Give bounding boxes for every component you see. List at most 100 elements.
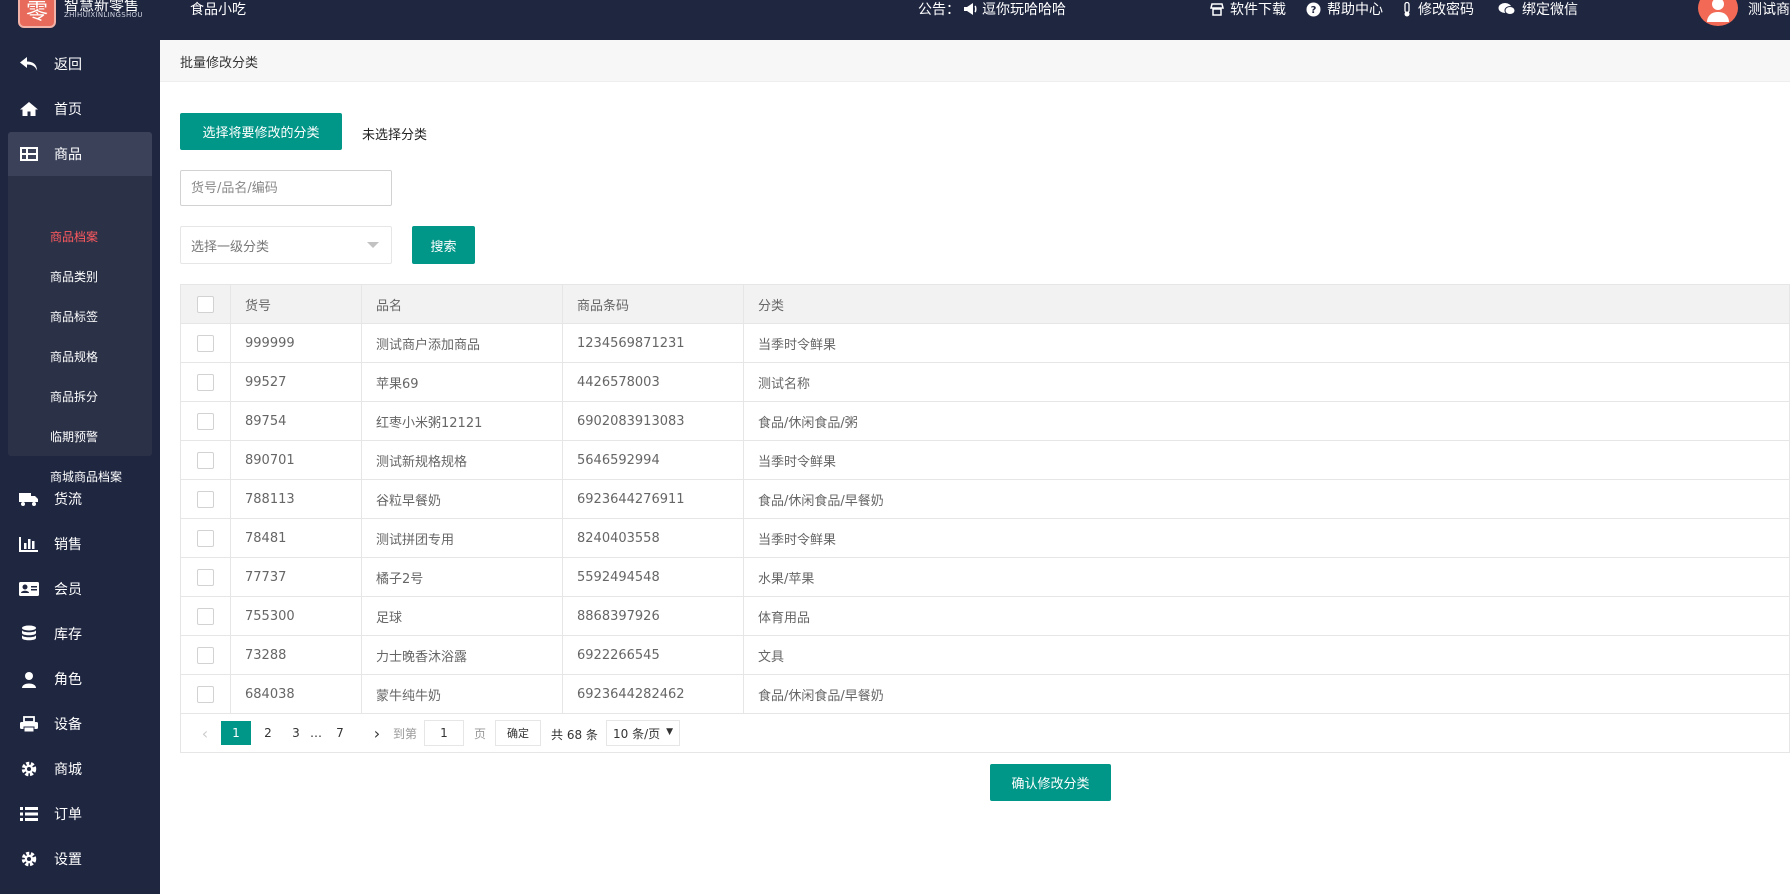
submenu-goods-archive[interactable]: 商品档案 — [50, 228, 98, 245]
page-size-select[interactable]: 10 条/页 ▼ — [606, 720, 680, 746]
bind-wechat-link[interactable]: 绑定微信 — [1498, 0, 1578, 19]
help-center-label: 帮助中心 — [1327, 2, 1383, 18]
cell-name: 足球 — [361, 596, 563, 636]
table-row[interactable]: 73288 力士晚香沐浴露 6922266545 文具 — [180, 635, 1790, 675]
sidebar-item-back[interactable]: 返回 — [8, 42, 152, 86]
sidebar-item-label: 库存 — [54, 627, 82, 643]
table-row[interactable]: 89754 红枣小米粥12121 6902083913083 食品/休闲食品/粥 — [180, 401, 1790, 441]
cell-barcode: 8868397926 — [562, 596, 744, 636]
confirm-change-category-button[interactable]: 确认修改分类 — [990, 764, 1111, 801]
row-checkbox[interactable] — [197, 412, 214, 430]
sidebar-item-device[interactable]: 设备 — [8, 702, 152, 746]
row-checkbox[interactable] — [197, 490, 214, 508]
sidebar-item-label: 设备 — [54, 717, 82, 733]
top-bar: 零 智慧新零售 ZHIHUIXINLINGSHOU 食品小吃 公告： 逗你玩哈哈… — [0, 0, 1790, 40]
search-input[interactable] — [180, 170, 392, 206]
software-download-link[interactable]: 软件下载 — [1210, 0, 1286, 19]
tab-choose-category[interactable]: 选择将要修改的分类 — [180, 113, 342, 150]
sidebar-item-home[interactable]: 首页 — [8, 87, 152, 131]
sidebar-item-order[interactable]: 订单 — [8, 792, 152, 836]
table-row[interactable]: 99527 苹果69 4426578003 测试名称 — [180, 362, 1790, 402]
sidebar-item-sales[interactable]: 销售 — [8, 522, 152, 566]
search-button[interactable]: 搜索 — [412, 226, 475, 264]
goto-label: 到第 — [392, 726, 417, 741]
table-row[interactable]: 684038 蒙牛纯牛奶 6923644282462 食品/休闲食品/早餐奶 — [180, 674, 1790, 714]
cell-sn: 89754 — [230, 401, 362, 441]
cell-category: 水果/苹果 — [743, 557, 1790, 597]
row-checkbox[interactable] — [197, 646, 214, 664]
row-checkbox[interactable] — [197, 568, 214, 586]
help-center-link[interactable]: ? 帮助中心 — [1306, 0, 1383, 19]
user-name[interactable]: 测试商户 — [1748, 0, 1790, 19]
sidebar-item-inventory[interactable]: 库存 — [8, 612, 152, 656]
submenu-goods-split[interactable]: 商品拆分 — [50, 388, 98, 405]
truck-icon — [18, 491, 40, 507]
submenu-expiry-warning[interactable]: 临期预警 — [50, 428, 98, 445]
page-button-3[interactable]: 3 — [285, 721, 307, 745]
sidebar-item-label: 销售 — [54, 537, 82, 553]
cell-barcode: 1234569871231 — [562, 323, 744, 363]
table-row[interactable]: 999999 测试商户添加商品 1234569871231 当季时令鲜果 — [180, 323, 1790, 363]
notice-label: 公告： — [918, 2, 960, 18]
submenu-goods-category[interactable]: 商品类别 — [50, 268, 98, 285]
page-button-current[interactable]: 1 — [221, 721, 251, 745]
select-all-checkbox[interactable] — [197, 295, 214, 313]
table-row[interactable]: 755300 足球 8868397926 体育用品 — [180, 596, 1790, 636]
page-button-last[interactable]: 7 — [329, 721, 351, 745]
page-unit-label: 页 — [473, 726, 486, 741]
shop-name[interactable]: 食品小吃 — [190, 0, 246, 19]
row-checkbox[interactable] — [197, 451, 214, 469]
sidebar-item-goods[interactable]: 商品 — [8, 132, 152, 176]
caret-down-icon — [367, 242, 379, 248]
change-password-link[interactable]: 修改密码 — [1402, 0, 1474, 19]
prev-page-button[interactable]: ‹ — [195, 721, 215, 745]
row-checkbox[interactable] — [197, 685, 214, 703]
cell-barcode: 4426578003 — [562, 362, 744, 402]
column-header-category[interactable]: 分类 — [743, 284, 1790, 324]
cell-category: 食品/休闲食品/粥 — [743, 401, 1790, 441]
row-checkbox[interactable] — [197, 607, 214, 625]
column-header-name[interactable]: 品名 — [361, 284, 563, 324]
svg-text:?: ? — [1311, 5, 1317, 16]
table-row[interactable]: 890701 测试新规格规格 5646592994 当季时令鲜果 — [180, 440, 1790, 480]
cell-sn: 999999 — [230, 323, 362, 363]
cell-barcode: 6922266545 — [562, 635, 744, 675]
row-checkbox[interactable] — [197, 334, 214, 352]
cell-name: 橘子2号 — [361, 557, 563, 597]
user-icon — [18, 671, 40, 688]
gear-icon — [18, 850, 40, 868]
row-checkbox-cell — [180, 674, 231, 714]
sidebar-item-label: 订单 — [54, 807, 82, 823]
sidebar-item-label: 首页 — [54, 102, 82, 118]
goto-page-input[interactable] — [424, 720, 464, 746]
sidebar-item-role[interactable]: 角色 — [8, 657, 152, 701]
megaphone-icon — [964, 3, 977, 15]
table-row[interactable]: 788113 谷粒早餐奶 6923644276911 食品/休闲食品/早餐奶 — [180, 479, 1790, 519]
bind-wechat-label: 绑定微信 — [1522, 2, 1578, 18]
next-page-button[interactable]: › — [367, 721, 387, 745]
category-select[interactable]: 选择一级分类 — [180, 226, 392, 264]
table-icon — [18, 147, 40, 161]
sidebar-item-settings[interactable]: 设置 — [8, 837, 152, 881]
submenu-goods-tag[interactable]: 商品标签 — [50, 308, 98, 325]
sidebar-item-member[interactable]: 会员 — [8, 567, 152, 611]
cell-name: 力士晚香沐浴露 — [361, 635, 563, 675]
goto-confirm-button[interactable]: 确定 — [495, 720, 541, 746]
page-button-2[interactable]: 2 — [257, 721, 279, 745]
table-header-row: 货号 品名 商品条码 分类 — [180, 284, 1790, 324]
avatar[interactable] — [1698, 0, 1738, 26]
column-header-sn[interactable]: 货号 — [230, 284, 362, 324]
tab-unselected-category[interactable]: 未选择分类 — [362, 124, 427, 143]
sidebar-item-logistics[interactable]: 货流 — [8, 477, 152, 521]
table-row[interactable]: 78481 测试拼团专用 8240403558 当季时令鲜果 — [180, 518, 1790, 558]
notice[interactable]: 公告： 逗你玩哈哈哈 — [918, 0, 1066, 19]
row-checkbox[interactable] — [197, 373, 214, 391]
row-checkbox[interactable] — [197, 529, 214, 547]
sidebar-item-mall[interactable]: 商城 — [8, 747, 152, 791]
submenu-goods-spec[interactable]: 商品规格 — [50, 348, 98, 365]
table-row[interactable]: 77737 橘子2号 5592494548 水果/苹果 — [180, 557, 1790, 597]
database-icon — [18, 625, 40, 643]
column-header-barcode[interactable]: 商品条码 — [562, 284, 744, 324]
logo-subtitle: ZHIHUIXINLINGSHOU — [64, 11, 143, 19]
cell-category: 文具 — [743, 635, 1790, 675]
